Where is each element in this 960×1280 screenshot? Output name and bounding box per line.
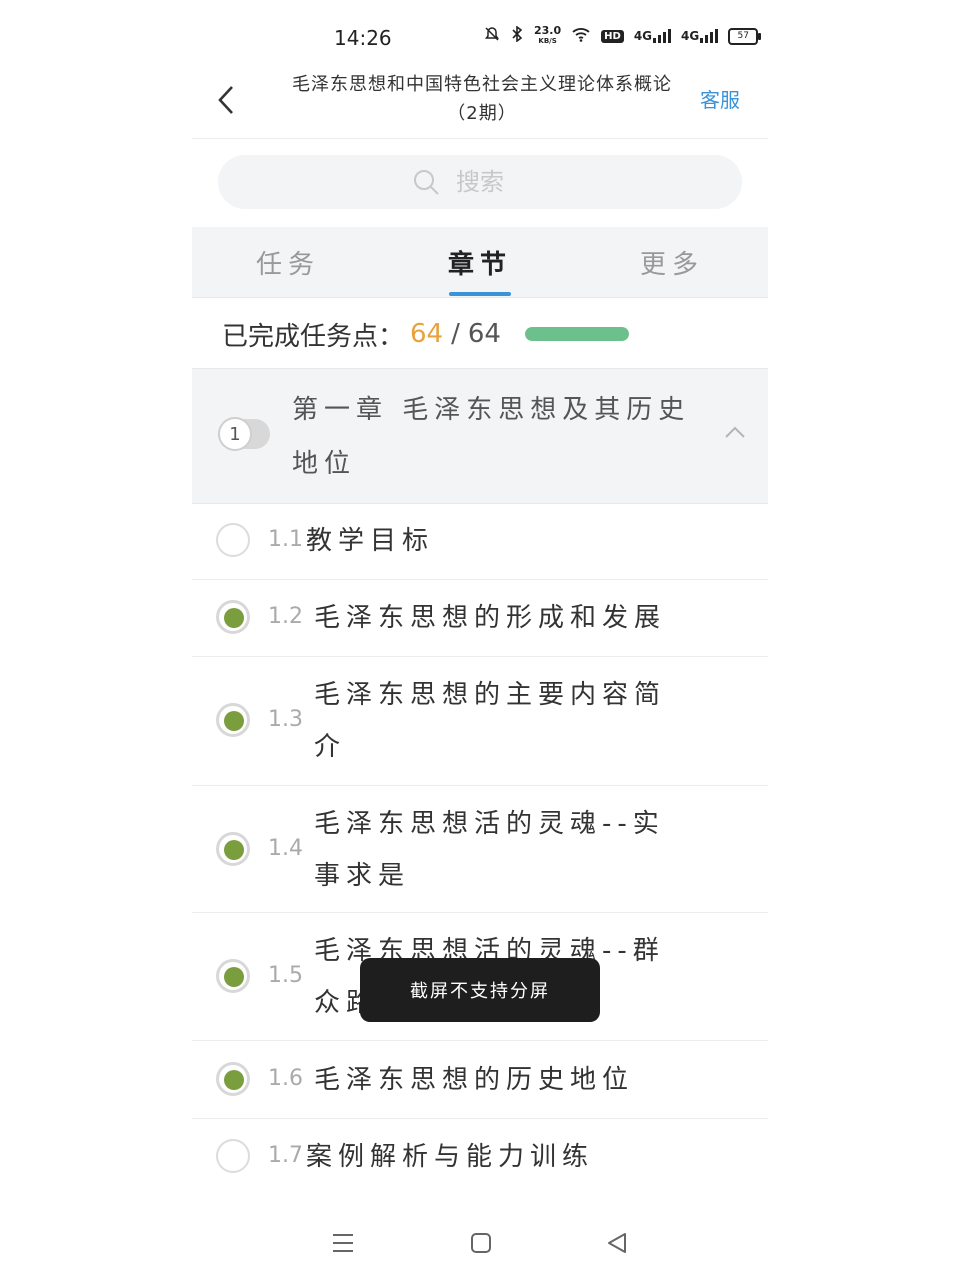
net-speed: 23.0 KB/S xyxy=(534,24,562,46)
progress-fill xyxy=(524,327,629,341)
hd-badge: HD xyxy=(601,29,624,43)
system-nav-bar xyxy=(192,1222,768,1266)
mute-bell-icon xyxy=(484,26,500,46)
task-progress: 已完成任务点： 64 / 64 xyxy=(222,312,742,356)
signal-bars-icon xyxy=(700,29,719,43)
status-bar: 14:26 23.0 KB/S HD 4G 4G 57 xyxy=(192,20,768,56)
signal-1: 4G xyxy=(633,29,672,43)
net-speed-unit: KB/S xyxy=(538,37,557,45)
lesson-item[interactable]: 1.2 毛泽东思想的形成和发展 xyxy=(192,580,768,657)
lesson-number: 1.4 xyxy=(268,836,303,861)
lesson-number: 1.5 xyxy=(268,963,303,988)
page-title: 毛泽东思想和中国特色社会主义理论体系概论（2期） xyxy=(292,74,672,124)
search-icon xyxy=(414,170,439,195)
lesson-item[interactable]: 1.6 毛泽东思想的历史地位 xyxy=(192,1041,768,1119)
tab-more[interactable]: 更多 xyxy=(576,227,768,297)
lesson-item[interactable]: 1.1 教学目标 xyxy=(192,503,768,580)
search-bar[interactable] xyxy=(218,155,742,209)
lesson-number: 1.3 xyxy=(268,707,303,732)
lesson-item[interactable]: 1.3 毛泽东思想的主要内容简介 xyxy=(192,657,768,786)
status-time: 14:26 xyxy=(334,26,392,50)
lesson-status-icon xyxy=(216,523,250,557)
battery-icon: 57 xyxy=(728,27,762,45)
search-input[interactable] xyxy=(454,167,548,197)
lesson-title: 毛泽东思想的历史地位 xyxy=(314,1065,635,1095)
lesson-status-icon xyxy=(216,959,250,993)
lesson-item[interactable]: 1.4 毛泽东思想活的灵魂--实事求是 xyxy=(192,786,768,913)
lesson-status-icon xyxy=(216,1139,250,1173)
app-window: 14:26 23.0 KB/S HD 4G 4G 57 毛泽东思想和中国特色社会… xyxy=(192,0,768,1280)
signal-2-label: 4G xyxy=(681,29,700,43)
chapter-badge: 1 xyxy=(218,417,270,451)
progress-total: 64 xyxy=(467,319,501,349)
signal-1-label: 4G xyxy=(633,29,653,43)
progress-separator: / xyxy=(451,319,460,349)
chevron-up-icon[interactable] xyxy=(724,425,746,439)
lesson-number: 1.2 xyxy=(268,604,303,629)
chevron-left-icon xyxy=(218,86,233,114)
signal-bars-icon xyxy=(653,29,672,43)
tab-chapters[interactable]: 章节 xyxy=(384,227,576,297)
back-triangle-icon[interactable] xyxy=(606,1232,628,1254)
progress-bar xyxy=(524,327,629,341)
lesson-number: 1.7 xyxy=(268,1143,303,1168)
progress-label: 已完成任务点： xyxy=(222,321,405,352)
back-button[interactable] xyxy=(208,80,244,120)
tab-tasks[interactable]: 任务 xyxy=(192,227,384,297)
chapter-title: 第一章 毛泽东思想及其历史地位 xyxy=(292,395,691,479)
menu-icon[interactable] xyxy=(332,1232,354,1254)
signal-2: 4G xyxy=(681,29,719,43)
lesson-item[interactable]: 1.7 案例解析与能力训练 xyxy=(192,1119,768,1195)
lesson-status-icon xyxy=(216,832,250,866)
lesson-status-icon xyxy=(216,600,250,634)
lesson-number: 1.6 xyxy=(268,1066,303,1091)
lesson-title: 教学目标 xyxy=(306,526,435,556)
lesson-title: 毛泽东思想的形成和发展 xyxy=(314,603,667,633)
lesson-status-icon xyxy=(216,1062,250,1096)
tab-bar: 任务 章节 更多 xyxy=(192,227,768,298)
screen: 14:26 23.0 KB/S HD 4G 4G 57 毛泽东思想和中国特色社会… xyxy=(0,0,960,1280)
lesson-title: 案例解析与能力训练 xyxy=(306,1142,595,1172)
lesson-title: 毛泽东思想活的灵魂--实事求是 xyxy=(314,809,665,891)
net-speed-value: 23.0 xyxy=(534,24,562,37)
lesson-status-icon xyxy=(216,703,250,737)
customer-service-link[interactable]: 客服 xyxy=(700,84,740,113)
bluetooth-icon xyxy=(510,25,524,46)
toast-message: 截屏不支持分屏 xyxy=(360,958,600,1022)
lesson-title: 毛泽东思想的主要内容简介 xyxy=(314,680,667,762)
chapter-header[interactable]: 1 第一章 毛泽东思想及其历史地位 xyxy=(192,368,768,504)
wifi-icon xyxy=(571,26,591,46)
status-icons: 23.0 KB/S HD 4G 4G 57 xyxy=(484,24,762,46)
chapter-number: 1 xyxy=(218,417,252,451)
lesson-number: 1.1 xyxy=(268,527,303,552)
header: 毛泽东思想和中国特色社会主义理论体系概论（2期） 客服 xyxy=(192,62,768,139)
progress-done: 64 xyxy=(410,319,444,349)
home-icon[interactable] xyxy=(470,1232,492,1254)
